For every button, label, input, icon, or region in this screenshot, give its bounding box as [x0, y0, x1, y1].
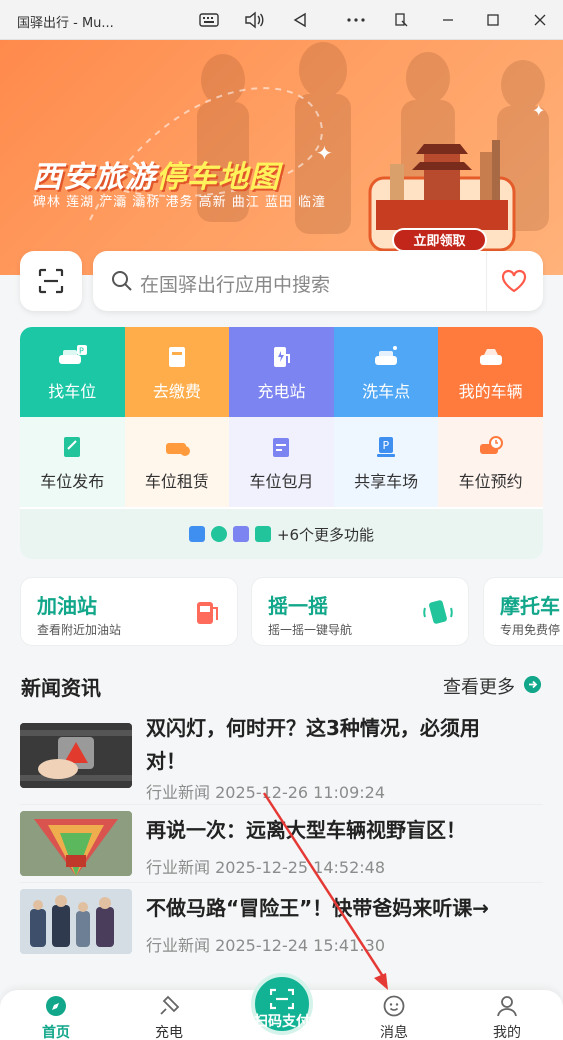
news-thumbnail	[20, 811, 132, 876]
scan-pay-icon	[270, 988, 294, 1010]
grid-item-publish-space[interactable]: 车位发布	[20, 417, 125, 507]
close-icon[interactable]	[529, 10, 551, 30]
parking-mini-icon	[188, 526, 205, 542]
news-meta: 行业新闻 2025-12-26 11:09:24	[146, 783, 386, 802]
news-thumbnail	[20, 723, 132, 788]
news-item[interactable]: 双闪灯，何时开？这3种情况，必须用对！ 行业新闻 2025-12-26 11:0…	[20, 714, 543, 804]
shared-parking-icon: P	[377, 437, 396, 457]
news-thumbnail	[20, 889, 132, 954]
secondary-functions: 车位发布 车位租赁 车位包月 P 共享车场 车位预约	[20, 417, 543, 507]
news-more-link[interactable]: 查看更多	[443, 673, 515, 699]
news-meta: 行业新闻 2025-12-24 15:41:30	[146, 936, 386, 955]
grid-item-car-wash[interactable]: 洗车点	[333, 327, 439, 417]
claim-button[interactable]: 立即领取	[392, 228, 487, 252]
volume-icon[interactable]	[243, 10, 265, 30]
banner-headline: 西安旅游停车地图	[32, 160, 280, 195]
news-heading: 新闻资讯	[21, 676, 101, 700]
more-functions-label: +6个更多功能	[276, 525, 375, 544]
grid-item-shared-lot[interactable]: P 共享车场	[333, 417, 439, 507]
banner-places: 碑林 莲湖 浐灞 灞桥 港务 高新 曲江 蓝田 临潼	[33, 195, 327, 210]
news-divider	[20, 882, 543, 883]
grid-item-my-vehicles[interactable]: 我的车辆	[438, 327, 543, 417]
list-mini-icon	[254, 526, 271, 542]
favorite-heart-icon[interactable]	[501, 269, 527, 293]
motorcycle-card[interactable]: 摩托车 专用免费停	[483, 577, 563, 646]
scan-pay-label: 扫码支付	[254, 1014, 310, 1030]
charge-plug-icon	[160, 995, 180, 1015]
grid-item-reserve-space[interactable]: 车位预约	[438, 417, 543, 507]
parking-car-icon: P	[59, 345, 88, 364]
search-bar[interactable]: 在国驿出行应用中搜索	[93, 251, 543, 311]
search-divider	[486, 251, 487, 311]
maximize-icon[interactable]	[482, 10, 504, 30]
gas-station-card[interactable]: 加油站 查看附近加油站	[20, 577, 238, 646]
rent-icon	[165, 443, 190, 456]
svg-text:P: P	[383, 439, 390, 452]
grid-item-monthly-space[interactable]: 车位包月	[229, 417, 334, 507]
grid-item-pay[interactable]: 去缴费	[124, 327, 230, 417]
news-meta: 行业新闻 2025-12-25 14:52:48	[146, 858, 386, 877]
arrow-right-circle-icon[interactable]	[524, 676, 541, 693]
scan-button[interactable]	[20, 251, 82, 311]
primary-functions: P 找车位 去缴费 充电站 洗车点 我的车辆	[20, 327, 543, 417]
fuel-pump-icon	[197, 602, 218, 624]
user-icon	[497, 996, 517, 1017]
nav-charge[interactable]: 充电	[129, 995, 209, 1040]
search-input[interactable]: 在国驿出行应用中搜索	[140, 270, 330, 297]
car-wash-icon	[375, 346, 398, 365]
back-icon[interactable]	[289, 10, 311, 30]
svg-text:✦: ✦	[532, 101, 545, 120]
compass-icon	[46, 996, 66, 1016]
message-smile-icon	[383, 995, 405, 1017]
shake-card[interactable]: 摇一摇 摇一摇一键导航	[251, 577, 469, 646]
window-title: 国驿出行 - Mu...	[17, 16, 114, 31]
nav-mine[interactable]: 我的	[467, 995, 547, 1040]
news-item[interactable]: 不做马路“冒险王”！快带爸妈来听课→ 行业新闻 2025-12-24 15:41…	[20, 889, 543, 959]
window-titlebar: 国驿出行 - Mu...	[0, 0, 563, 40]
calendar-icon	[273, 438, 290, 457]
more-icon[interactable]	[345, 10, 367, 30]
search-icon	[112, 271, 132, 291]
grid-item-find-parking[interactable]: P 找车位	[20, 327, 125, 417]
rotate-icon[interactable]	[390, 10, 412, 30]
scan-icon	[38, 268, 64, 294]
function-grid: P 找车位 去缴费 充电站 洗车点 我的车辆 车位发布 车位租赁 车位包月 P …	[20, 327, 543, 559]
keyboard-icon[interactable]	[198, 10, 220, 30]
publish-icon	[64, 437, 81, 457]
app-window: 国驿出行 - Mu... ✦ ✦ 西安旅游停车地图 碑林 莲湖 浐灞 灞桥 港务…	[0, 0, 563, 1040]
wash-mini-icon	[232, 526, 249, 542]
svg-text:✦: ✦	[316, 141, 333, 165]
my-car-icon	[479, 349, 502, 365]
motorcycle-mini-icon	[210, 526, 227, 542]
news-item[interactable]: 再说一次：远离大型车辆视野盲区！ 行业新闻 2025-12-25 14:52:4…	[20, 811, 543, 881]
reserve-clock-icon	[479, 436, 503, 454]
nav-home[interactable]: 首页	[16, 995, 96, 1040]
more-functions-button[interactable]: +6个更多功能	[20, 509, 543, 559]
minimize-icon[interactable]	[437, 10, 459, 30]
shake-phone-icon	[423, 600, 453, 624]
grid-item-charging-station[interactable]: 充电站	[229, 327, 334, 417]
svg-text:P: P	[79, 347, 84, 356]
charger-icon	[274, 347, 291, 367]
promo-banner[interactable]: ✦ ✦ 西安旅游停车地图 碑林 莲湖 浐灞 灞桥 港务 高新 曲江 蓝田 临潼 …	[0, 40, 563, 275]
grid-item-rent-space[interactable]: 车位租赁	[124, 417, 230, 507]
news-divider	[20, 804, 543, 805]
nav-messages[interactable]: 消息	[354, 995, 434, 1040]
payment-icon	[168, 347, 185, 367]
